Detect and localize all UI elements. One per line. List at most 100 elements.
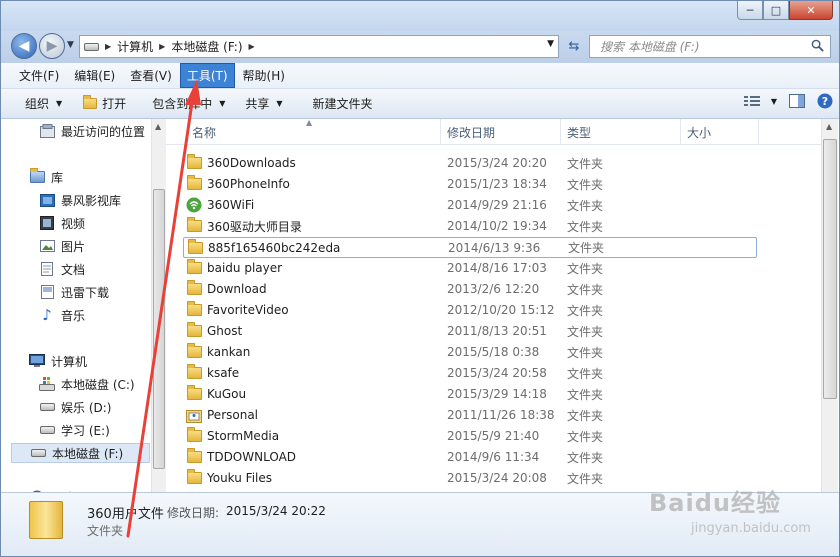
file-name: kankan [207, 345, 251, 359]
file-type: 文件夹 [567, 366, 604, 381]
file-date-modified: 2014/6/13 9:36 [448, 240, 541, 255]
file-row[interactable]: 360PhoneInfo 2015/1/23 18:34 文件夹 [183, 174, 757, 194]
file-row[interactable]: 360Downloads 2015/3/24 20:20 文件夹 [183, 153, 757, 173]
nav-drive-e[interactable]: 学习 (E:) [39, 420, 110, 440]
file-type: 文件夹 [567, 345, 604, 360]
include-in-library-button[interactable]: 包含到库中 ▼ [136, 92, 235, 116]
file-row[interactable]: Personal 2011/11/26 18:38 文件夹 [183, 405, 757, 425]
forward-button[interactable]: ▶ [39, 33, 65, 59]
nav-drive-c[interactable]: 本地磁盘 (C:) [39, 374, 135, 394]
file-type: 文件夹 [567, 450, 604, 465]
back-button[interactable]: ◀ [11, 33, 37, 59]
nav-recent-places[interactable]: 最近访问的位置 [39, 121, 145, 141]
column-name[interactable]: 名称 [186, 119, 441, 145]
nav-computer[interactable]: 计算机 [29, 351, 87, 371]
baidu-watermark-url: jingyan.baidu.com [691, 521, 811, 536]
nav-pictures[interactable]: 图片 [39, 236, 85, 256]
scrollbar-thumb[interactable] [823, 139, 837, 399]
file-row[interactable]: kankan 2015/5/18 0:38 文件夹 [183, 342, 757, 362]
file-date-modified: 2015/5/18 0:38 [447, 345, 540, 359]
file-row[interactable]: 360驱动大师目录 2014/10/2 19:34 文件夹 [183, 216, 757, 236]
dropdown-caret-icon: ▼ [276, 99, 283, 108]
file-type: 文件夹 [567, 282, 604, 297]
column-size[interactable]: 大小 [681, 119, 759, 145]
search-box[interactable]: 搜索 本地磁盘 (F:) [589, 35, 831, 58]
preview-pane-icon[interactable] [789, 94, 805, 108]
column-type[interactable]: 类型 [561, 119, 681, 145]
breadcrumb-computer[interactable]: 计算机 [117, 38, 153, 55]
breadcrumb-drive-f[interactable]: 本地磁盘 (F:) [171, 38, 242, 55]
file-name: TDDOWNLOAD [207, 450, 297, 464]
scroll-up-icon[interactable]: ▲ [826, 122, 832, 131]
file-row[interactable]: ksafe 2015/3/24 20:58 文件夹 [183, 363, 757, 383]
nav-libraries[interactable]: 库 [29, 167, 63, 187]
file-row[interactable]: FavoriteVideo 2012/10/20 15:12 文件夹 [183, 300, 757, 320]
navigation-pane-scrollbar[interactable]: ▲ [151, 119, 166, 492]
column-header-row: ▲ 名称 修改日期 类型 大小 [166, 118, 821, 145]
refresh-button[interactable]: ⇆ [563, 35, 585, 58]
menu-help[interactable]: 帮助(H) [236, 63, 292, 88]
menu-file[interactable]: 文件(F) [12, 63, 66, 88]
large-folder-icon [29, 501, 63, 539]
scroll-up-icon[interactable]: ▲ [155, 122, 161, 131]
nav-label: 学习 (E:) [61, 423, 110, 438]
search-icon[interactable] [811, 39, 824, 52]
nav-storm-library[interactable]: 暴风影视库 [39, 190, 121, 210]
selected-item-name: 360用户文件 [87, 507, 164, 522]
open-button[interactable]: 打开 [72, 92, 136, 116]
share-button[interactable]: 共享 ▼ [235, 92, 292, 116]
navigation-pane: 最近访问的位置 库 暴风影视库 视频 图片 文档 迅雷下载 ♪ 音乐 计算机 本… [1, 119, 151, 492]
menu-view[interactable]: 查看(V) [123, 63, 179, 88]
file-row[interactable]: baidu player 2014/8/16 17:03 文件夹 [183, 258, 757, 278]
folder-icon [186, 385, 202, 402]
menu-tools[interactable]: 工具(T) [179, 63, 235, 88]
file-date-modified: 2015/3/29 14:18 [447, 387, 547, 401]
selected-item-date: 2015/3/24 20:22 [226, 504, 326, 518]
nav-videos[interactable]: 视频 [39, 213, 85, 233]
date-modified-label: 修改日期: [167, 506, 220, 520]
close-button[interactable]: ✕ [789, 1, 833, 20]
nav-music[interactable]: ♪ 音乐 [39, 305, 85, 325]
address-bar[interactable]: ▶ 计算机 ▶ 本地磁盘 (F:) ▶ ▼ [79, 35, 559, 58]
menu-edit[interactable]: 编辑(E) [67, 63, 122, 88]
file-row[interactable]: StormMedia 2015/5/9 21:40 文件夹 [183, 426, 757, 446]
help-icon[interactable]: ? [817, 93, 833, 109]
nav-label: 音乐 [61, 308, 86, 323]
nav-drive-d[interactable]: 娱乐 (D:) [39, 397, 111, 417]
file-list-scrollbar[interactable]: ▲ [821, 119, 838, 492]
breadcrumb-separator-icon[interactable]: ▶ [159, 42, 165, 51]
breadcrumb-separator-icon[interactable]: ▶ [105, 42, 111, 51]
file-type: 文件夹 [567, 471, 604, 486]
scrollbar-thumb[interactable] [153, 189, 165, 469]
file-type: 文件夹 [567, 219, 604, 234]
organize-button[interactable]: 组织 ▼ [1, 92, 72, 116]
view-options-button[interactable]: ▼ [743, 95, 777, 107]
file-row[interactable]: Download 2013/2/6 12:20 文件夹 [183, 279, 757, 299]
nav-xunlei-downloads[interactable]: 迅雷下载 [39, 282, 109, 302]
file-row[interactable]: TDDOWNLOAD 2014/9/6 11:34 文件夹 [183, 447, 757, 467]
recent-pages-dropdown[interactable]: ▼ [67, 40, 74, 50]
address-dropdown-icon[interactable]: ▼ [547, 39, 554, 49]
nav-documents[interactable]: 文档 [39, 259, 85, 279]
file-row[interactable]: 360WiFi 2014/9/29 21:16 文件夹 [183, 195, 757, 215]
file-type: 文件夹 [567, 324, 604, 339]
file-date-modified: 2015/3/24 20:58 [447, 366, 547, 380]
computer-icon [29, 353, 45, 369]
documents-icon [39, 261, 55, 277]
drive-icon [39, 399, 55, 415]
new-folder-button[interactable]: 新建文件夹 [293, 92, 383, 116]
breadcrumb-separator-icon[interactable]: ▶ [249, 42, 255, 51]
file-row[interactable]: KuGou 2015/3/29 14:18 文件夹 [183, 384, 757, 404]
file-row[interactable]: 885f165460bc242eda 2014/6/13 9:36 文件夹 [183, 237, 757, 258]
minimize-button[interactable]: ─ [737, 1, 763, 20]
nav-label: 库 [51, 170, 64, 185]
file-date-modified: 2011/8/13 20:51 [447, 324, 547, 338]
file-row[interactable]: Ghost 2011/8/13 20:51 文件夹 [183, 321, 757, 341]
folder-icon [186, 301, 202, 318]
maximize-button[interactable]: □ [763, 1, 789, 20]
column-date-modified[interactable]: 修改日期 [441, 119, 561, 145]
file-name: KuGou [207, 387, 247, 401]
dropdown-caret-icon: ▼ [770, 96, 777, 106]
nav-drive-f[interactable]: 本地磁盘 (F:) [11, 443, 150, 463]
recent-places-icon [39, 123, 55, 139]
